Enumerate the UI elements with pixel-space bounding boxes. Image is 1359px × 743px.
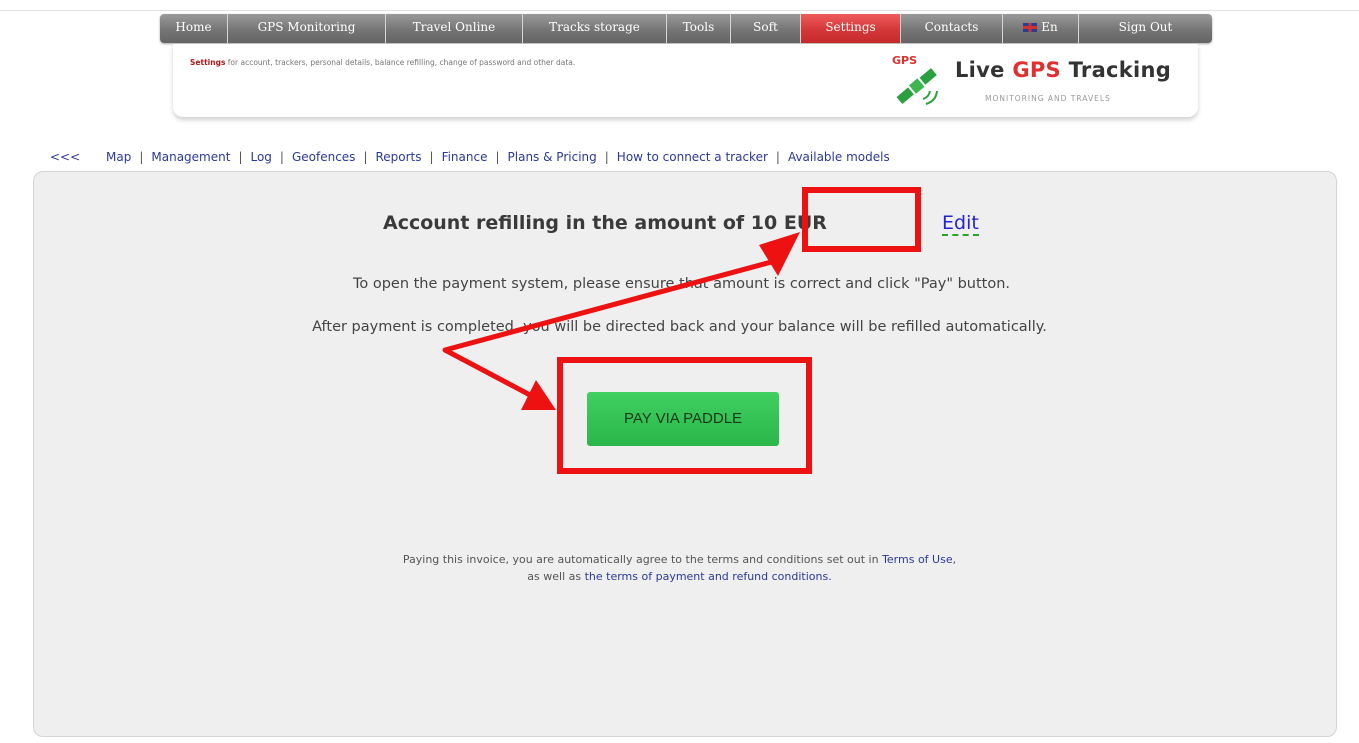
- logo-subtitle: MONITORING AND TRAVELS: [985, 94, 1111, 103]
- nav-tab-gps-monitoring[interactable]: GPS Monitoring: [228, 14, 386, 43]
- back-link[interactable]: <<<: [50, 150, 80, 164]
- page-title: Account refilling in the amount of 10 EU…: [383, 212, 827, 234]
- nav-tab-settings[interactable]: Settings: [801, 14, 901, 43]
- subnav-map[interactable]: Map: [106, 150, 131, 164]
- logo-title-pre: Live: [955, 58, 1013, 82]
- subnav-log[interactable]: Log: [250, 150, 271, 164]
- separator: |: [775, 150, 780, 164]
- top-divider: [0, 10, 1359, 11]
- uk-flag-icon: [1023, 23, 1038, 32]
- settings-description-bold: Settings: [190, 58, 226, 67]
- settings-description-text: for account, trackers, personal details,…: [225, 58, 576, 67]
- nav-tab-contacts[interactable]: Contacts: [901, 14, 1003, 43]
- amount-highlight-box: [802, 187, 921, 252]
- logo-title-post: Tracking: [1060, 58, 1172, 82]
- nav-tab-soft[interactable]: Soft: [731, 14, 801, 43]
- subnav-available-models[interactable]: Available models: [788, 150, 890, 164]
- logo-title: Live GPS Tracking: [955, 58, 1171, 82]
- subnav-reports[interactable]: Reports: [375, 150, 421, 164]
- separator: |: [604, 150, 609, 164]
- terms-text-1-end: ,: [952, 553, 957, 566]
- separator: |: [429, 150, 434, 164]
- page-title-prefix: Account refilling in the amount of: [383, 212, 751, 234]
- language-label: En: [1041, 20, 1058, 34]
- edit-amount-link[interactable]: Edit: [942, 212, 979, 236]
- terms-text-2: as well as: [527, 570, 585, 583]
- subnav-geofences[interactable]: Geofences: [292, 150, 355, 164]
- nav-tab-language[interactable]: En: [1003, 14, 1079, 43]
- terms-text-1: Paying this invoice, you are automatical…: [402, 553, 883, 566]
- subnav-how-to-connect[interactable]: How to connect a tracker: [617, 150, 768, 164]
- logo-title-accent: GPS: [1012, 58, 1061, 82]
- top-navigation: Home GPS Monitoring Travel Online Tracks…: [160, 14, 1212, 43]
- instruction-text-1: To open the payment system, please ensur…: [352, 276, 1011, 292]
- subnav-finance[interactable]: Finance: [442, 150, 488, 164]
- separator: |: [279, 150, 284, 164]
- header-panel: Settings for account, trackers, personal…: [173, 44, 1198, 117]
- payment-refund-terms-link[interactable]: the terms of payment and refund conditio…: [585, 570, 832, 583]
- nav-tab-tracks-storage[interactable]: Tracks storage: [523, 14, 667, 43]
- settings-description: Settings for account, trackers, personal…: [190, 58, 575, 67]
- terms-notice: Paying this invoice, you are automatical…: [0, 551, 1359, 585]
- subnav-management[interactable]: Management: [151, 150, 230, 164]
- instruction-text-2: After payment is completed, you will be …: [312, 319, 1047, 335]
- separator: |: [139, 150, 144, 164]
- nav-tab-home[interactable]: Home: [160, 14, 228, 43]
- nav-tab-tools[interactable]: Tools: [667, 14, 731, 43]
- button-highlight-box: [557, 357, 812, 474]
- terms-of-use-link[interactable]: Terms of Use: [882, 553, 953, 566]
- nav-tab-travel-online[interactable]: Travel Online: [386, 14, 523, 43]
- satellite-logo-icon: GPS: [892, 54, 938, 105]
- separator: |: [495, 150, 500, 164]
- nav-tab-sign-out[interactable]: Sign Out: [1079, 14, 1212, 43]
- separator: |: [238, 150, 243, 164]
- logo-gps-small: GPS: [892, 54, 917, 67]
- secondary-navigation: <<< Map | Management | Log | Geofences | Reports…: [50, 150, 890, 164]
- separator: |: [363, 150, 368, 164]
- subnav-plans-pricing[interactable]: Plans & Pricing: [508, 150, 597, 164]
